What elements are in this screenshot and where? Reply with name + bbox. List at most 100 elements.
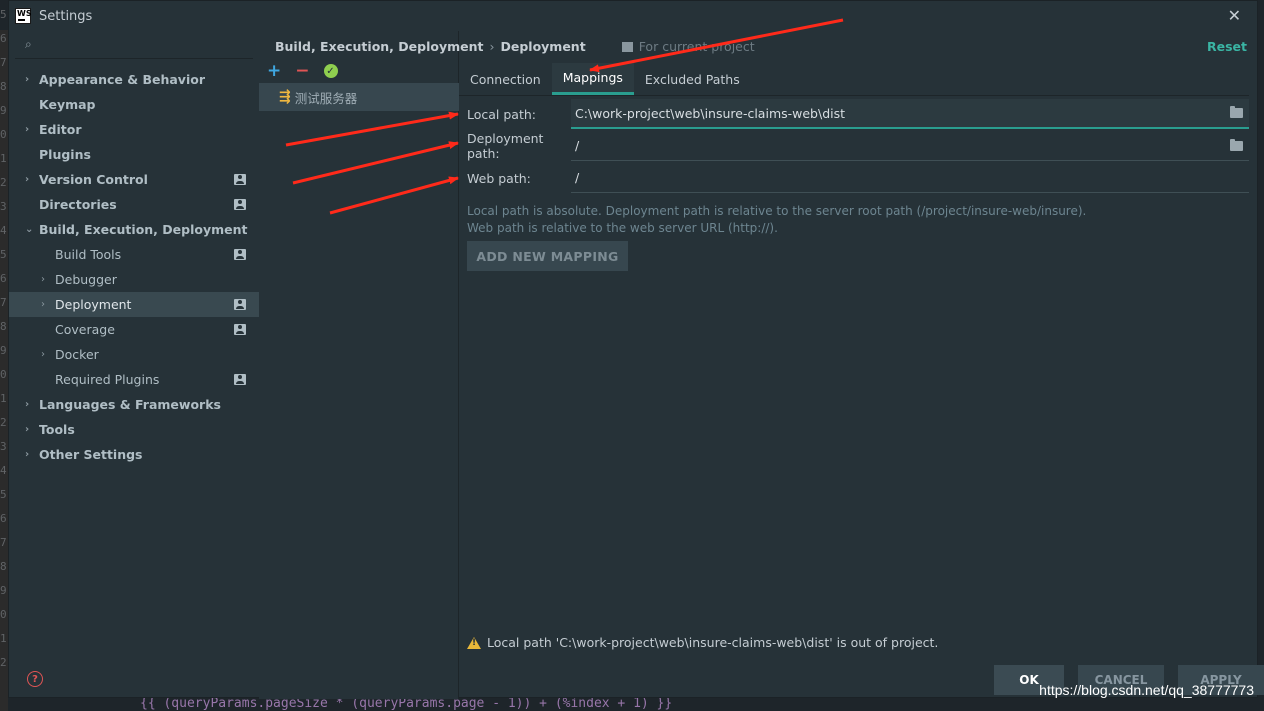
warning-message: Local path 'C:\work-project\web\insure-c… (467, 635, 938, 650)
breadcrumb-parent: Build, Execution, Deployment (275, 39, 484, 54)
window-title: Settings (39, 8, 93, 24)
nav-item[interactable]: ⌄ Build, Execution, Deployment (9, 217, 259, 242)
nav-item[interactable]: › Deployment (9, 292, 259, 317)
line-number: 2 (0, 416, 7, 429)
nav-item-label: Other Settings (39, 447, 143, 462)
title-bar: WS Settings ✕ (9, 1, 1257, 31)
line-number: 5 (0, 8, 7, 21)
browse-folder-icon[interactable] (1230, 106, 1243, 118)
nav-item[interactable]: › Debugger (9, 267, 259, 292)
server-toolbar: + − ✓ (267, 61, 338, 81)
tab-mappings[interactable]: Mappings (551, 63, 634, 95)
line-number: 9 (0, 344, 7, 357)
nav-item-label: Build, Execution, Deployment (39, 222, 248, 237)
nav-item-label: Keymap (39, 97, 96, 112)
project-scope-icon (234, 199, 246, 210)
web-path-input[interactable] (575, 170, 1249, 185)
nav-item[interactable]: › Docker (9, 342, 259, 367)
nav-item[interactable]: › Version Control (9, 167, 259, 192)
nav-item[interactable]: › Editor (9, 117, 259, 142)
nav-item[interactable]: › Other Settings (9, 442, 259, 467)
deployment-path-input[interactable] (575, 138, 1230, 153)
search-box[interactable]: ⌕ (15, 31, 253, 59)
watermark: https://blog.csdn.net/qq_38777773 (1039, 682, 1254, 698)
line-number: 6 (0, 272, 7, 285)
warning-text: Local path 'C:\work-project\web\insure-c… (487, 635, 939, 650)
web-path-label: Web path: (467, 170, 531, 186)
help-icon[interactable]: ? (27, 671, 43, 687)
nav-item-label: Directories (39, 197, 117, 212)
nav-item-label: Docker (55, 347, 99, 362)
nav-item[interactable]: Build Tools (9, 242, 259, 267)
chevron-right-icon[interactable]: › (25, 174, 29, 185)
local-path-input[interactable] (575, 105, 1230, 121)
chevron-down-icon[interactable]: ⌄ (25, 224, 33, 235)
nav-item[interactable]: Directories (9, 192, 259, 217)
line-number: 8 (0, 560, 7, 573)
project-scope-icon (234, 299, 246, 310)
nav-item-label: Appearance & Behavior (39, 72, 205, 87)
tab-excluded-paths[interactable]: Excluded Paths (634, 63, 751, 95)
nav-item[interactable]: › Tools (9, 417, 259, 442)
server-list-panel: + − ✓ ⇶ 测试服务器 (259, 31, 459, 699)
default-server-check-icon[interactable]: ✓ (323, 64, 338, 78)
nav-item[interactable]: › Languages & Frameworks (9, 392, 259, 417)
hint-line-1: Local path is absolute. Deployment path … (467, 204, 1087, 218)
line-number: 0 (0, 128, 7, 141)
deployment-path-label: Deployment path: (467, 131, 544, 161)
web-path-field[interactable] (571, 163, 1249, 193)
remove-server-icon[interactable]: − (295, 61, 309, 81)
add-server-icon[interactable]: + (267, 61, 281, 81)
settings-tree: › Appearance & Behavior Keymap › Editor Plugi… (9, 67, 259, 467)
line-number: 0 (0, 608, 7, 621)
chevron-right-icon[interactable]: › (25, 124, 29, 135)
chevron-right-icon[interactable]: › (25, 449, 29, 460)
line-number: 3 (0, 440, 7, 453)
line-number: 5 (0, 248, 7, 261)
line-number: 1 (0, 392, 7, 405)
browse-folder-icon[interactable] (1230, 138, 1243, 151)
tabs-divider (459, 95, 1249, 96)
line-number: 4 (0, 464, 7, 477)
deployment-path-field[interactable] (571, 131, 1249, 161)
hint-line-2: Web path is relative to the web server U… (467, 221, 778, 235)
nav-item[interactable]: Required Plugins (9, 367, 259, 392)
line-number: 2 (0, 176, 7, 189)
chevron-right-icon[interactable]: › (25, 74, 29, 85)
nav-item-label: Required Plugins (55, 372, 160, 387)
chevron-right-icon[interactable]: › (41, 349, 45, 360)
tab-connection[interactable]: Connection (459, 63, 552, 95)
chevron-right-icon[interactable]: › (41, 274, 45, 285)
chevron-right-icon[interactable]: › (41, 299, 45, 310)
local-path-field[interactable] (571, 99, 1249, 129)
settings-nav: ⌕ › Appearance & Behavior Keymap › Editor Plu… (9, 31, 259, 699)
nav-item[interactable]: Coverage (9, 317, 259, 342)
reset-link[interactable]: Reset (1207, 39, 1247, 54)
line-number: 1 (0, 632, 7, 645)
chevron-right-icon[interactable]: › (25, 424, 29, 435)
editor-gutter: 5 6 7 8 9 0 1 2 3 4 5 6 7 8 9 0 1 2 3 4 5 6 7 8 9 0 1 2 (0, 8, 8, 711)
nav-item-label: Deployment (55, 297, 132, 312)
line-number: 7 (0, 296, 7, 309)
server-item[interactable]: ⇶ 测试服务器 (259, 83, 459, 111)
server-name: 测试服务器 (294, 90, 358, 106)
close-icon[interactable]: ✕ (1228, 6, 1241, 25)
nav-item[interactable]: Keymap (9, 92, 259, 117)
webstorm-logo: WS (15, 8, 32, 24)
nav-item[interactable]: › Appearance & Behavior (9, 67, 259, 92)
line-number: 8 (0, 320, 7, 333)
nav-item[interactable]: Plugins (9, 142, 259, 167)
nav-item-label: Tools (39, 422, 75, 437)
add-new-mapping-button[interactable]: ADD NEW MAPPING (467, 241, 628, 271)
line-number: 8 (0, 80, 7, 93)
nav-item-label: Plugins (39, 147, 91, 162)
line-number: 2 (0, 656, 7, 669)
web-path-row: Web path: (467, 163, 1249, 193)
search-input[interactable] (35, 37, 253, 52)
project-scope-icon (234, 174, 246, 185)
settings-dialog: WS Settings ✕ ⌕ › Appearance & Behavior Ke… (8, 0, 1264, 699)
line-number: 7 (0, 536, 7, 549)
chevron-right-icon[interactable]: › (25, 399, 29, 410)
line-number: 6 (0, 32, 7, 45)
nav-item-label: Build Tools (55, 247, 122, 262)
